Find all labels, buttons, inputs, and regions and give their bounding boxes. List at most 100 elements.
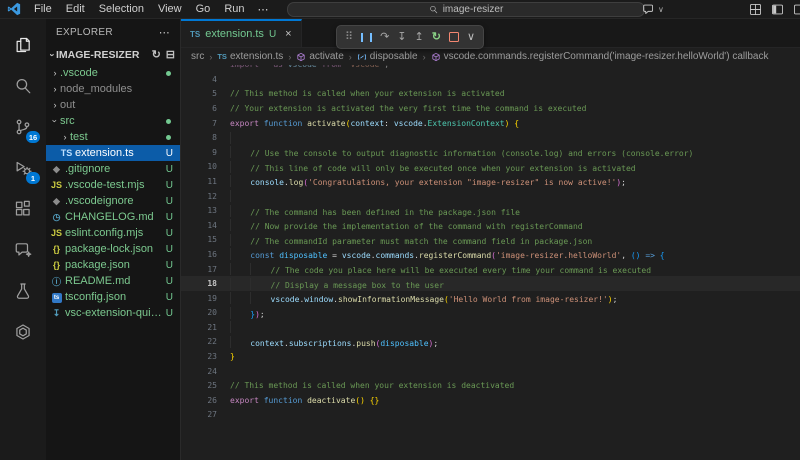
menu-go[interactable]: Go bbox=[189, 0, 218, 18]
tree-item-.vscode-test.mjs[interactable]: JS.vscode-test.mjsU bbox=[46, 177, 180, 193]
json-file-icon: {} bbox=[50, 260, 63, 270]
chevron-right-icon: › bbox=[60, 132, 70, 142]
activity-item-source-control[interactable]: 16 bbox=[0, 106, 46, 147]
breadcrumb-label: vscode.commands.registerCommand('image-r… bbox=[444, 51, 769, 62]
line-number[interactable]: 10 bbox=[181, 162, 217, 171]
git-modified-dot-icon bbox=[166, 71, 171, 76]
line-number[interactable]: 18 bbox=[181, 279, 217, 288]
restart-button[interactable]: ↻ bbox=[432, 32, 441, 43]
activity-item-extensions[interactable] bbox=[0, 188, 46, 229]
menu-run[interactable]: Run bbox=[217, 0, 251, 18]
tree-item-CHANGELOG.md[interactable]: ◷CHANGELOG.mdU bbox=[46, 209, 180, 225]
collapse-all-icon[interactable]: ⊟ bbox=[166, 49, 175, 61]
token: {} bbox=[370, 396, 380, 405]
line-number[interactable]: 11 bbox=[181, 177, 217, 186]
symbol-variable-icon bbox=[357, 52, 367, 62]
line-number[interactable]: 23 bbox=[181, 352, 217, 361]
step-into-button[interactable]: ↧ bbox=[397, 32, 406, 43]
tree-item-.vscode[interactable]: ›.vscode bbox=[46, 65, 180, 81]
line-number[interactable]: 20 bbox=[181, 308, 217, 317]
tree-item-eslint.config.mjs[interactable]: JSeslint.config.mjsU bbox=[46, 225, 180, 241]
line-number[interactable]: 19 bbox=[181, 294, 217, 303]
customize-layout-icon[interactable] bbox=[749, 3, 762, 16]
line-number[interactable]: 12 bbox=[181, 192, 217, 201]
command-center-search[interactable]: image-resizer bbox=[287, 2, 645, 17]
menu-view[interactable]: View bbox=[151, 0, 189, 18]
code-line-10: 10 // This line of code will only be exec… bbox=[181, 160, 800, 175]
line-content: // This line of code will only be execut… bbox=[230, 161, 636, 173]
line-number[interactable]: 17 bbox=[181, 265, 217, 274]
menu-selection[interactable]: Selection bbox=[92, 0, 151, 18]
token: () bbox=[631, 251, 641, 260]
debug-more-icon[interactable]: ∨ bbox=[467, 32, 475, 43]
tree-item-vsc-extension-quickstart.md[interactable]: ↧vsc-extension-quickstart.mdU bbox=[46, 305, 180, 321]
tree-item-README.md[interactable]: ⓘREADME.mdU bbox=[46, 273, 180, 289]
activity-item-testing[interactable] bbox=[0, 270, 46, 311]
token: ExtensionContext bbox=[428, 119, 505, 128]
stop-button[interactable] bbox=[449, 32, 459, 42]
breadcrumb-item[interactable]: activate bbox=[296, 51, 343, 62]
code-editor[interactable]: 3import * as vscode from 'vscode';45// T… bbox=[181, 65, 800, 460]
line-number[interactable]: 15 bbox=[181, 235, 217, 244]
tree-item-src[interactable]: ›src bbox=[46, 113, 180, 129]
menu-edit[interactable]: Edit bbox=[59, 0, 92, 18]
pause-button[interactable] bbox=[361, 33, 372, 42]
git-file-icon: ◆ bbox=[50, 164, 63, 175]
views-more-icon[interactable]: ⋯ bbox=[159, 26, 170, 39]
line-number[interactable]: 26 bbox=[181, 396, 217, 405]
activity-item-search[interactable] bbox=[0, 65, 46, 106]
token: console bbox=[250, 178, 284, 187]
line-number[interactable]: 8 bbox=[181, 133, 217, 142]
tree-item-extension.ts[interactable]: TSextension.tsU bbox=[46, 145, 180, 161]
step-over-button[interactable]: ↷ bbox=[380, 32, 389, 43]
line-number[interactable]: 9 bbox=[181, 148, 217, 157]
menu-file[interactable]: File bbox=[27, 0, 59, 18]
breadcrumb-item[interactable]: vscode.commands.registerCommand('image-r… bbox=[431, 51, 769, 62]
search-icon bbox=[429, 5, 438, 14]
line-number[interactable]: 21 bbox=[181, 323, 217, 332]
line-number[interactable]: 5 bbox=[181, 89, 217, 98]
line-number[interactable]: 16 bbox=[181, 250, 217, 259]
token: 'vscode' bbox=[346, 65, 385, 69]
line-number[interactable]: 6 bbox=[181, 104, 217, 113]
line-number[interactable]: 7 bbox=[181, 119, 217, 128]
tree-item-tsconfig.json[interactable]: tstsconfig.jsonU bbox=[46, 289, 180, 305]
tree-item-test[interactable]: ›test bbox=[46, 129, 180, 145]
tree-item-node_modules[interactable]: ›node_modules bbox=[46, 81, 180, 97]
drag-handle[interactable]: ⠿ bbox=[345, 32, 353, 43]
token: // Display a message box to the user bbox=[271, 281, 444, 290]
tree-item-package-lock.json[interactable]: {}package-lock.jsonU bbox=[46, 241, 180, 257]
line-content: const disposable = vscode.commands.regis… bbox=[230, 248, 665, 260]
breadcrumb-item[interactable]: TSextension.ts bbox=[217, 51, 283, 62]
activity-item-chatgpt[interactable] bbox=[0, 311, 46, 352]
line-number[interactable]: 25 bbox=[181, 381, 217, 390]
breadcrumb-item[interactable]: disposable bbox=[357, 51, 418, 62]
code-line-12: 12 bbox=[181, 189, 800, 204]
toggle-panel-icon[interactable] bbox=[793, 3, 800, 16]
line-number[interactable]: 13 bbox=[181, 206, 217, 215]
tree-item-out[interactable]: ›out bbox=[46, 97, 180, 113]
breadcrumb-item[interactable]: src bbox=[191, 51, 204, 62]
line-number[interactable]: 4 bbox=[181, 75, 217, 84]
line-number[interactable]: 14 bbox=[181, 221, 217, 230]
tab-extension-ts[interactable]: TS extension.ts U × bbox=[181, 19, 302, 47]
activity-item-run-debug[interactable]: 1 bbox=[0, 147, 46, 188]
git-untracked-badge: U bbox=[166, 180, 180, 191]
refresh-icon[interactable]: ↻ bbox=[152, 49, 161, 61]
activity-item-explorer[interactable] bbox=[0, 24, 46, 65]
step-out-button[interactable]: ↥ bbox=[415, 32, 424, 43]
line-number[interactable]: 27 bbox=[181, 410, 217, 419]
activity-item-copilot-chat[interactable] bbox=[0, 229, 46, 270]
token: 'Congratulations, your extension "image-… bbox=[308, 178, 616, 187]
copilot-chat-button[interactable]: ∨ bbox=[642, 1, 664, 17]
line-number[interactable]: 22 bbox=[181, 337, 217, 346]
tree-item-.vscodeignore[interactable]: ◆.vscodeignoreU bbox=[46, 193, 180, 209]
tree-item-.gitignore[interactable]: ◆.gitignoreU bbox=[46, 161, 180, 177]
toggle-sidebar-icon[interactable] bbox=[771, 3, 784, 16]
folder-section-header[interactable]: › IMAGE-RESIZER ↻ ⊟ bbox=[46, 45, 180, 65]
line-number[interactable]: 24 bbox=[181, 367, 217, 376]
more-menu-icon[interactable]: ⋯ bbox=[252, 3, 275, 16]
tree-item-package.json[interactable]: {}package.jsonU bbox=[46, 257, 180, 273]
close-icon[interactable]: × bbox=[285, 28, 291, 40]
token: * bbox=[259, 65, 273, 69]
